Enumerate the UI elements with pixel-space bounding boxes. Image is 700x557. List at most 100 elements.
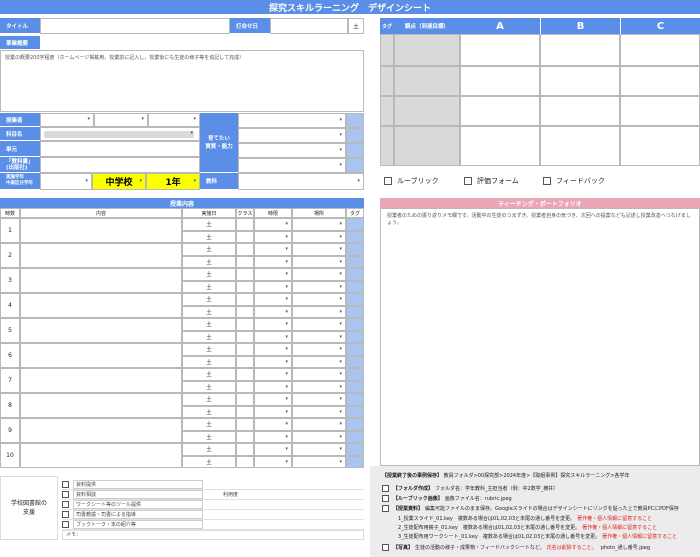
- lesson-place-select[interactable]: ▾: [292, 230, 346, 243]
- lesson-place-select[interactable]: ▾: [292, 343, 346, 356]
- lesson-period-select[interactable]: ▾: [254, 355, 292, 368]
- checkbox-icon[interactable]: [382, 495, 389, 502]
- lesson-place-select[interactable]: ▾: [292, 255, 346, 268]
- lesson-content-cell[interactable]: [20, 368, 182, 393]
- lesson-date-cell[interactable]: 土: [182, 368, 236, 381]
- lesson-class-cell[interactable]: [236, 455, 254, 468]
- school-select[interactable]: 中学校 ▾: [92, 173, 146, 190]
- teacher-select-2[interactable]: ▾: [94, 113, 148, 127]
- lesson-class-cell[interactable]: [236, 293, 254, 306]
- lesson-period-select[interactable]: ▾: [254, 318, 292, 331]
- rubric-criteria-cell[interactable]: [620, 66, 700, 96]
- lesson-date-cell[interactable]: 土: [182, 305, 236, 318]
- lesson-period-select[interactable]: ▾: [254, 430, 292, 443]
- lesson-period-select[interactable]: ▾: [254, 393, 292, 406]
- checkbox-icon[interactable]: [62, 481, 69, 488]
- unit-input[interactable]: [40, 141, 200, 157]
- lesson-place-select[interactable]: ▾: [292, 330, 346, 343]
- lesson-place-select[interactable]: ▾: [292, 305, 346, 318]
- ability-tag-1[interactable]: [346, 113, 364, 128]
- lesson-period-select[interactable]: ▾: [254, 255, 292, 268]
- feedback-checkbox[interactable]: フィードバック: [543, 176, 605, 186]
- lesson-place-select[interactable]: ▾: [292, 268, 346, 281]
- lesson-period-select[interactable]: ▾: [254, 380, 292, 393]
- lesson-class-cell[interactable]: [236, 305, 254, 318]
- lesson-period-select[interactable]: ▾: [254, 455, 292, 468]
- lesson-period-select[interactable]: ▾: [254, 268, 292, 281]
- ability-select-3[interactable]: ▾: [238, 143, 346, 158]
- lesson-place-select[interactable]: ▾: [292, 368, 346, 381]
- lesson-content-cell[interactable]: [20, 243, 182, 268]
- library-memo[interactable]: メモ：: [62, 530, 364, 540]
- lesson-date-cell[interactable]: 土: [182, 218, 236, 231]
- lesson-place-select[interactable]: ▾: [292, 218, 346, 231]
- lesson-period-select[interactable]: ▾: [254, 368, 292, 381]
- lesson-period-select[interactable]: ▾: [254, 443, 292, 456]
- overview-textarea[interactable]: 授業の概要200字程度（ホームページ掲載用。授業前に記入し、授業後にも生徒の様子…: [0, 50, 364, 112]
- lesson-tag-cell[interactable]: [346, 443, 364, 456]
- rubric-criteria-cell[interactable]: [460, 66, 540, 96]
- lesson-class-cell[interactable]: [236, 430, 254, 443]
- lesson-place-select[interactable]: ▾: [292, 280, 346, 293]
- rubric-criteria-cell[interactable]: [460, 126, 540, 166]
- teaching-portfolio-textarea[interactable]: 授業者のための振り返りメモ欄です。活動中の生徒のつまずき、授業者自身の気づき、次…: [380, 208, 700, 466]
- lesson-class-cell[interactable]: [236, 443, 254, 456]
- ability-select-1[interactable]: ▾: [238, 113, 346, 128]
- lesson-tag-cell[interactable]: [346, 293, 364, 306]
- checkbox-icon[interactable]: [382, 485, 389, 492]
- checkbox-icon[interactable]: [382, 544, 389, 551]
- lesson-tag-cell[interactable]: [346, 418, 364, 431]
- lesson-class-cell[interactable]: [236, 268, 254, 281]
- lesson-date-cell[interactable]: 土: [182, 455, 236, 468]
- lesson-content-cell[interactable]: [20, 268, 182, 293]
- lesson-tag-cell[interactable]: [346, 318, 364, 331]
- lesson-place-select[interactable]: ▾: [292, 318, 346, 331]
- lesson-class-cell[interactable]: [236, 230, 254, 243]
- lesson-content-cell[interactable]: [20, 443, 182, 468]
- teacher-select-1[interactable]: ▾: [40, 113, 94, 127]
- lesson-date-cell[interactable]: 土: [182, 280, 236, 293]
- title-input[interactable]: [40, 18, 230, 34]
- lesson-class-cell[interactable]: [236, 355, 254, 368]
- checkbox-icon[interactable]: [62, 511, 69, 518]
- lesson-tag-cell[interactable]: [346, 380, 364, 393]
- rubric-viewpoint-cell[interactable]: [394, 126, 460, 166]
- lesson-date-cell[interactable]: 土: [182, 430, 236, 443]
- lesson-date-cell[interactable]: 土: [182, 230, 236, 243]
- lesson-period-select[interactable]: ▾: [254, 343, 292, 356]
- rubric-tag-cell[interactable]: [380, 66, 394, 96]
- lesson-period-select[interactable]: ▾: [254, 405, 292, 418]
- lesson-period-select[interactable]: ▾: [254, 330, 292, 343]
- lesson-tag-cell[interactable]: [346, 243, 364, 256]
- ability-select-4[interactable]: ▾: [238, 158, 346, 173]
- lesson-tag-cell[interactable]: [346, 255, 364, 268]
- ability-select-2[interactable]: ▾: [238, 128, 346, 143]
- ability-tag-4[interactable]: [346, 158, 364, 173]
- lesson-content-cell[interactable]: [20, 293, 182, 318]
- lesson-period-select[interactable]: ▾: [254, 218, 292, 231]
- lesson-date-cell[interactable]: 土: [182, 330, 236, 343]
- lesson-tag-cell[interactable]: [346, 305, 364, 318]
- lesson-date-cell[interactable]: 土: [182, 405, 236, 418]
- lesson-class-cell[interactable]: [236, 393, 254, 406]
- lesson-class-cell[interactable]: [236, 218, 254, 231]
- rubric-criteria-cell[interactable]: [540, 34, 620, 66]
- lesson-class-cell[interactable]: [236, 380, 254, 393]
- lesson-tag-cell[interactable]: [346, 268, 364, 281]
- lesson-date-cell[interactable]: 土: [182, 243, 236, 256]
- lesson-place-select[interactable]: ▾: [292, 393, 346, 406]
- lesson-place-select[interactable]: ▾: [292, 455, 346, 468]
- lesson-date-cell[interactable]: 土: [182, 268, 236, 281]
- ability-tag-3[interactable]: [346, 143, 364, 158]
- rubric-criteria-cell[interactable]: [620, 96, 700, 126]
- rubric-criteria-cell[interactable]: [540, 96, 620, 126]
- rubric-tag-cell[interactable]: [380, 34, 394, 66]
- lesson-date-cell[interactable]: 土: [182, 418, 236, 431]
- lesson-class-cell[interactable]: [236, 330, 254, 343]
- rubric-criteria-cell[interactable]: [620, 126, 700, 166]
- lesson-tag-cell[interactable]: [346, 393, 364, 406]
- rubric-tag-cell[interactable]: [380, 96, 394, 126]
- lesson-place-select[interactable]: ▾: [292, 243, 346, 256]
- teacher-select-3[interactable]: ▾: [148, 113, 200, 127]
- lesson-date-cell[interactable]: 土: [182, 443, 236, 456]
